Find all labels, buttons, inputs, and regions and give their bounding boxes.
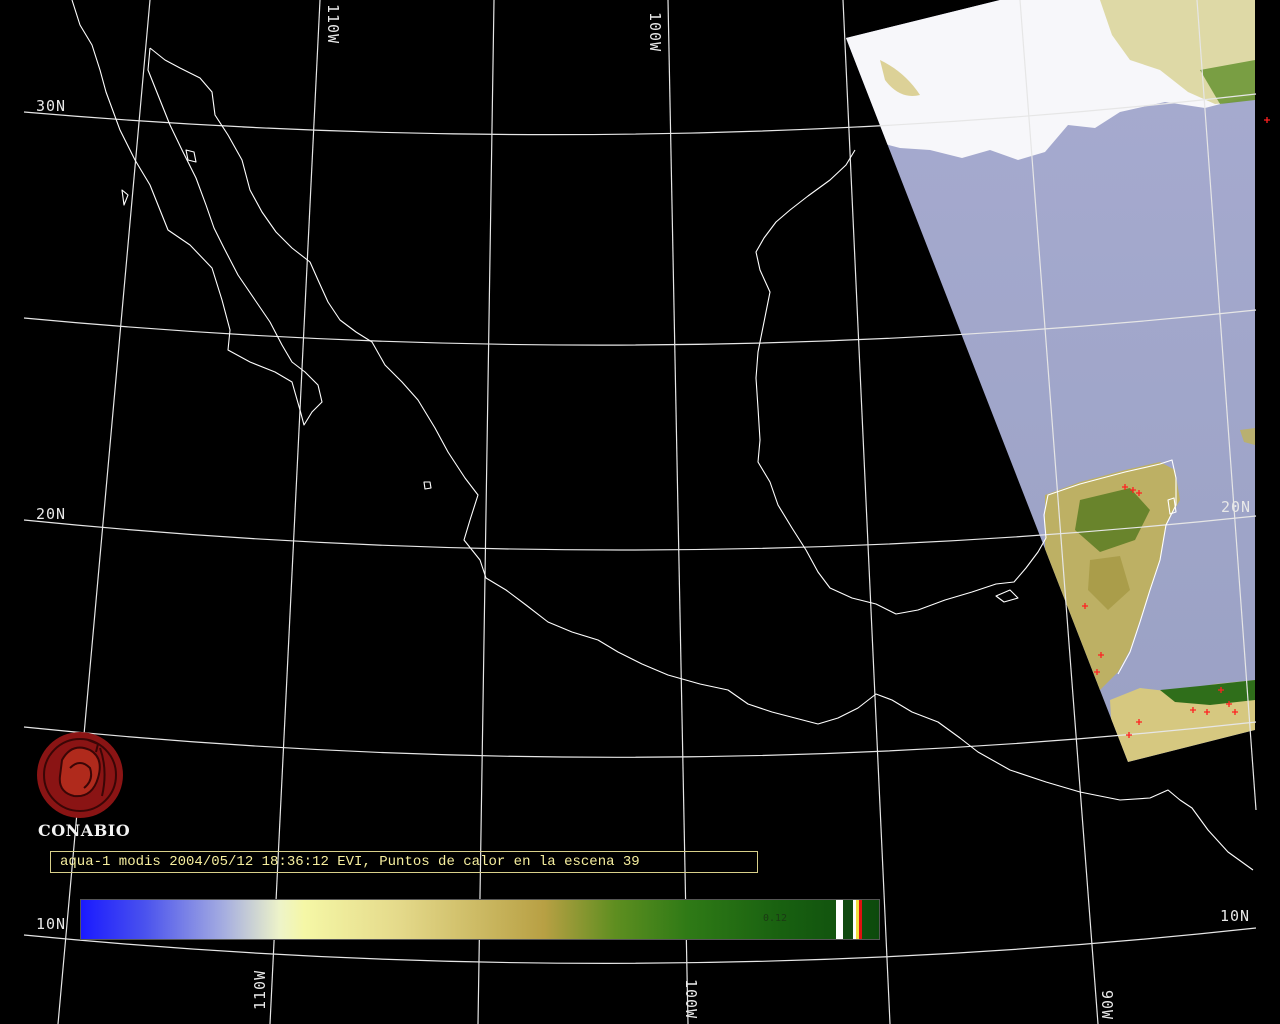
colorbar-tick-label: 0.12 (763, 913, 788, 924)
lat-label-20n-right: 20N (1221, 498, 1251, 516)
lat-label-10n-right: 10N (1220, 907, 1250, 925)
conabio-logo-text: CONABIO (38, 821, 131, 840)
colorbar-green-band (843, 900, 853, 939)
colorbar-white-band (836, 900, 843, 939)
lon-label-90w-bottom: 90W (1098, 990, 1116, 1020)
scene-caption-box: aqua-1 modis 2004/05/12 18:36:12 EVI, Pu… (50, 851, 758, 873)
scene-caption: aqua-1 modis 2004/05/12 18:36:12 EVI, Pu… (60, 854, 640, 870)
lon-label-110w-top: 110W (324, 4, 342, 44)
evi-colorbar: 0.12 (80, 899, 880, 940)
lon-label-100w-bottom: 100W (682, 979, 700, 1019)
lon-label-100w-top: 100W (646, 12, 664, 52)
lat-label-30n: 30N (36, 97, 66, 115)
lat-label-20n-left: 20N (36, 505, 66, 523)
lon-label-110w-bottom: 110W (251, 970, 269, 1010)
conabio-logo-emblem (37, 732, 123, 818)
colorbar-red-band (859, 900, 862, 939)
lat-label-10n-left: 10N (36, 915, 66, 933)
